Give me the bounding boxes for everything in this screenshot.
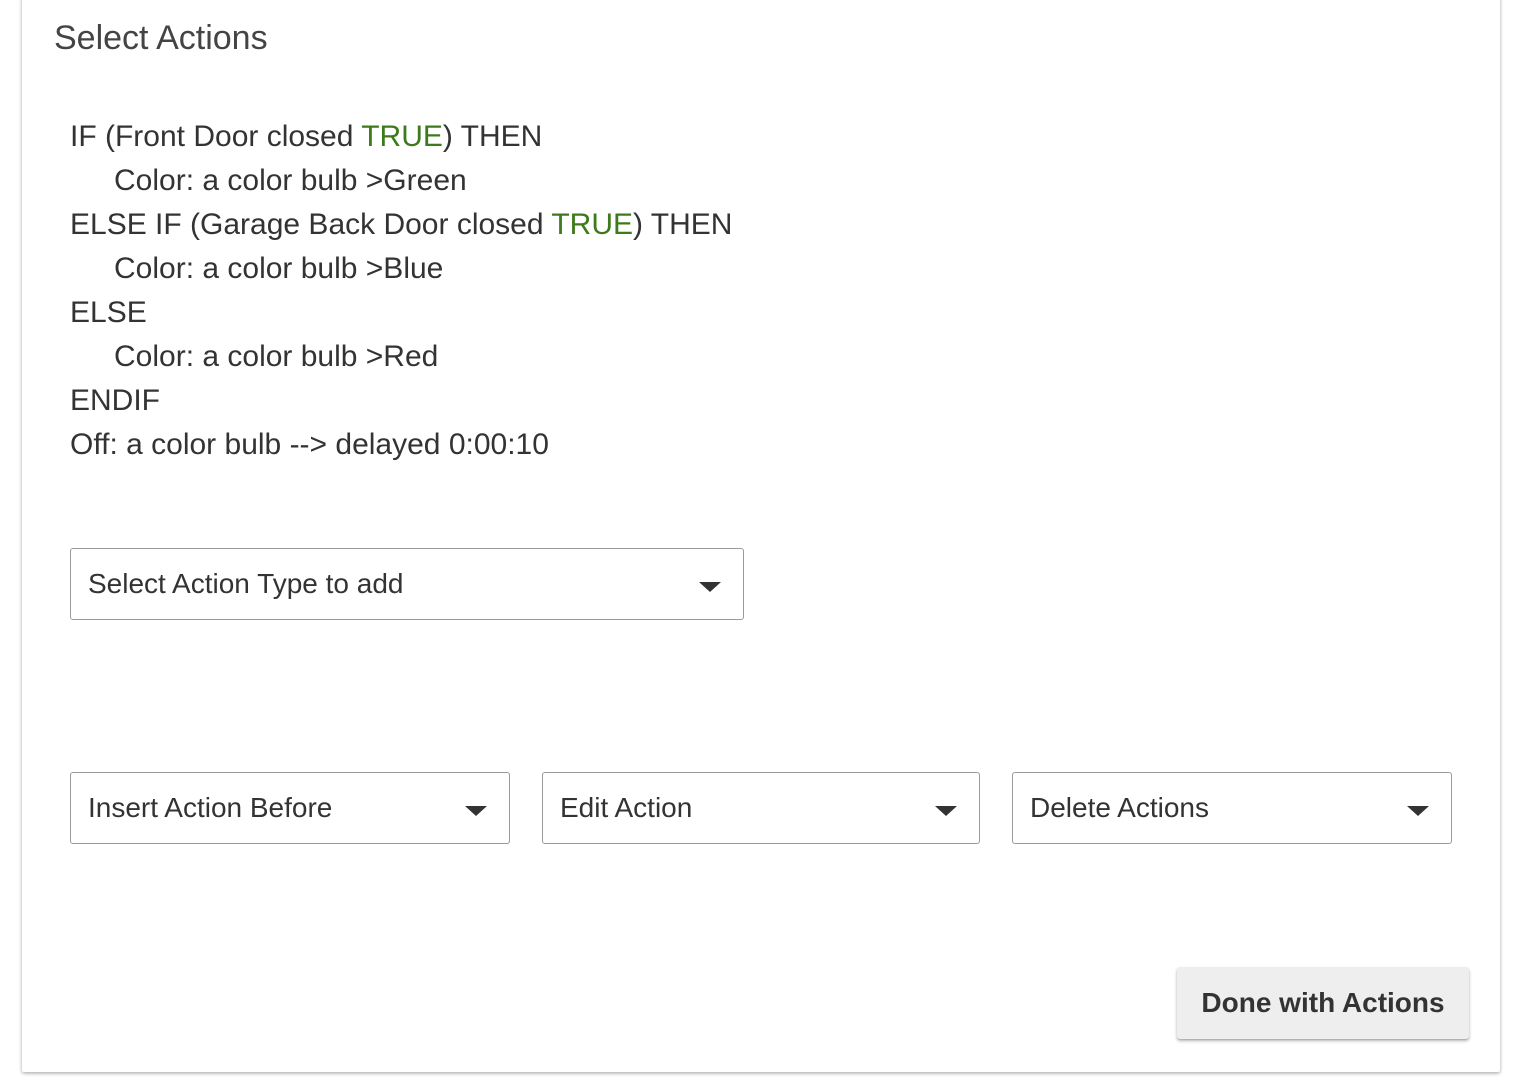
action-text: ) THEN: [633, 208, 733, 241]
action-text: Off: a color bulb --> delayed 0:00:10: [70, 428, 549, 461]
insert-action-before-label: Insert Action Before: [88, 792, 333, 823]
action-line-color-green: Color: a color bulb >Green: [70, 159, 732, 203]
action-line-off-delayed: Off: a color bulb --> delayed 0:00:10: [70, 423, 732, 467]
actions-list: IF (Front Door closed TRUE) THEN Color: …: [70, 115, 732, 467]
action-line-else-if: ELSE IF (Garage Back Door closed TRUE) T…: [70, 203, 732, 247]
action-text: Color: a color bulb >Red: [114, 340, 439, 373]
action-text: Color: a color bulb >Blue: [114, 252, 444, 285]
section-title: Select Actions: [54, 19, 268, 57]
actions-card: Select Actions IF (Front Door closed TRU…: [22, 0, 1500, 1072]
caret-down-icon: [1407, 806, 1429, 816]
caret-down-icon: [465, 806, 487, 816]
caret-down-icon: [935, 806, 957, 816]
action-text: ENDIF: [70, 384, 160, 417]
action-text: ELSE IF (Garage Back Door closed: [70, 208, 552, 241]
action-line-endif: ENDIF: [70, 379, 732, 423]
edit-action-select[interactable]: Edit Action: [542, 772, 980, 844]
edit-action-label: Edit Action: [560, 792, 693, 823]
action-line-else: ELSE: [70, 291, 732, 335]
action-line-color-blue: Color: a color bulb >Blue: [70, 247, 732, 291]
action-text: IF (Front Door closed: [70, 120, 362, 153]
action-text: ELSE: [70, 296, 147, 329]
page: Select Actions IF (Front Door closed TRU…: [0, 0, 1514, 1082]
action-text: ) THEN: [442, 120, 543, 153]
insert-action-before-select[interactable]: Insert Action Before: [70, 772, 510, 844]
delete-actions-label: Delete Actions: [1030, 792, 1209, 823]
action-line-color-red: Color: a color bulb >Red: [70, 335, 732, 379]
action-type-select[interactable]: Select Action Type to add: [70, 548, 744, 620]
caret-down-icon: [699, 582, 721, 592]
condition-true-value: TRUE: [551, 208, 634, 241]
done-with-actions-button[interactable]: Done with Actions: [1177, 967, 1469, 1039]
action-type-select-label: Select Action Type to add: [88, 568, 404, 599]
delete-actions-select[interactable]: Delete Actions: [1012, 772, 1452, 844]
condition-true-value: TRUE: [361, 120, 443, 153]
action-text: Color: a color bulb >Green: [114, 164, 467, 197]
action-line-if: IF (Front Door closed TRUE) THEN: [70, 115, 732, 159]
